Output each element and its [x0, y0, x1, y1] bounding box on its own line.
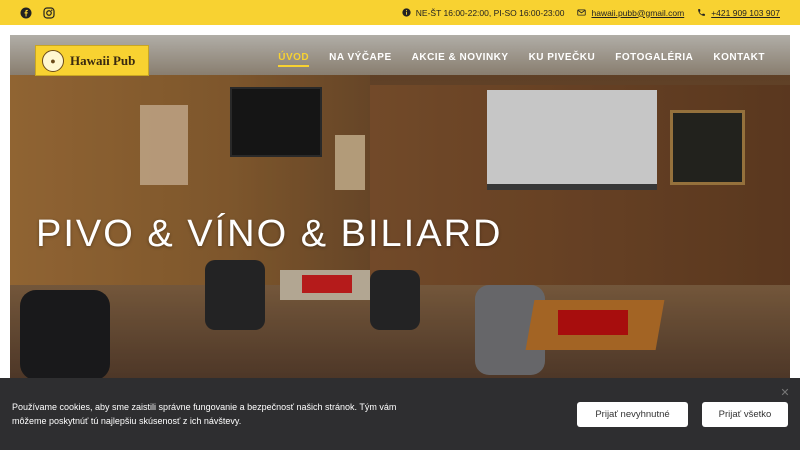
close-icon[interactable]: ✕ [780, 388, 790, 399]
email-link[interactable]: hawaii.pubb@gmail.com [591, 8, 684, 18]
cookie-text: Používame cookies, aby sme zaistili sprá… [12, 402, 397, 426]
hero-headline: PIVO & VÍNO & BILIARD [36, 213, 503, 255]
info-icon [402, 8, 411, 17]
nav-item-akcie-novinky[interactable]: AKCIE & NOVINKY [412, 52, 509, 67]
phone-link[interactable]: +421 909 103 907 [711, 8, 780, 18]
contact-info: NE-ŠT 16:00-22:00, PI-SO 16:00-23:00 haw… [402, 8, 780, 18]
opening-hours-text: NE-ŠT 16:00-22:00, PI-SO 16:00-23:00 [415, 7, 565, 18]
phone-icon [697, 8, 706, 17]
nav-item-kontakt[interactable]: KONTAKT [713, 52, 765, 67]
site-logo[interactable]: ● Hawaii Pub [35, 45, 149, 76]
main-nav: ÚVOD NA VÝČAPE AKCIE & NOVINKY KU PIVEČK… [278, 52, 765, 67]
email-contact[interactable]: hawaii.pubb@gmail.com [577, 8, 684, 18]
nav-item-fotogaleria[interactable]: FOTOGALÉRIA [615, 52, 693, 67]
envelope-icon [577, 8, 587, 17]
instagram-icon[interactable] [43, 6, 55, 19]
logo-text: Hawaii Pub [70, 52, 136, 68]
accept-necessary-button[interactable]: Prijať nevyhnutné [577, 402, 688, 427]
nav-item-uvod[interactable]: ÚVOD [278, 52, 310, 67]
phone-contact[interactable]: +421 909 103 907 [697, 8, 780, 18]
accept-all-button[interactable]: Prijať všetko [702, 402, 788, 427]
cookie-consent-bar: Používame cookies, aby sme zaistili sprá… [0, 378, 800, 450]
logo-emblem-icon: ● [42, 49, 64, 72]
nav-item-na-vycape[interactable]: NA VÝČAPE [329, 52, 391, 67]
top-bar: NE-ŠT 16:00-22:00, PI-SO 16:00-23:00 haw… [0, 0, 800, 25]
hero-banner: ● Hawaii Pub ÚVOD NA VÝČAPE AKCIE & NOVI… [10, 35, 790, 380]
opening-hours: NE-ŠT 16:00-22:00, PI-SO 16:00-23:00 [402, 7, 565, 18]
social-links [20, 6, 55, 19]
facebook-icon[interactable] [20, 7, 32, 19]
nav-item-ku-pivecku[interactable]: KU PIVEČKU [529, 52, 596, 67]
